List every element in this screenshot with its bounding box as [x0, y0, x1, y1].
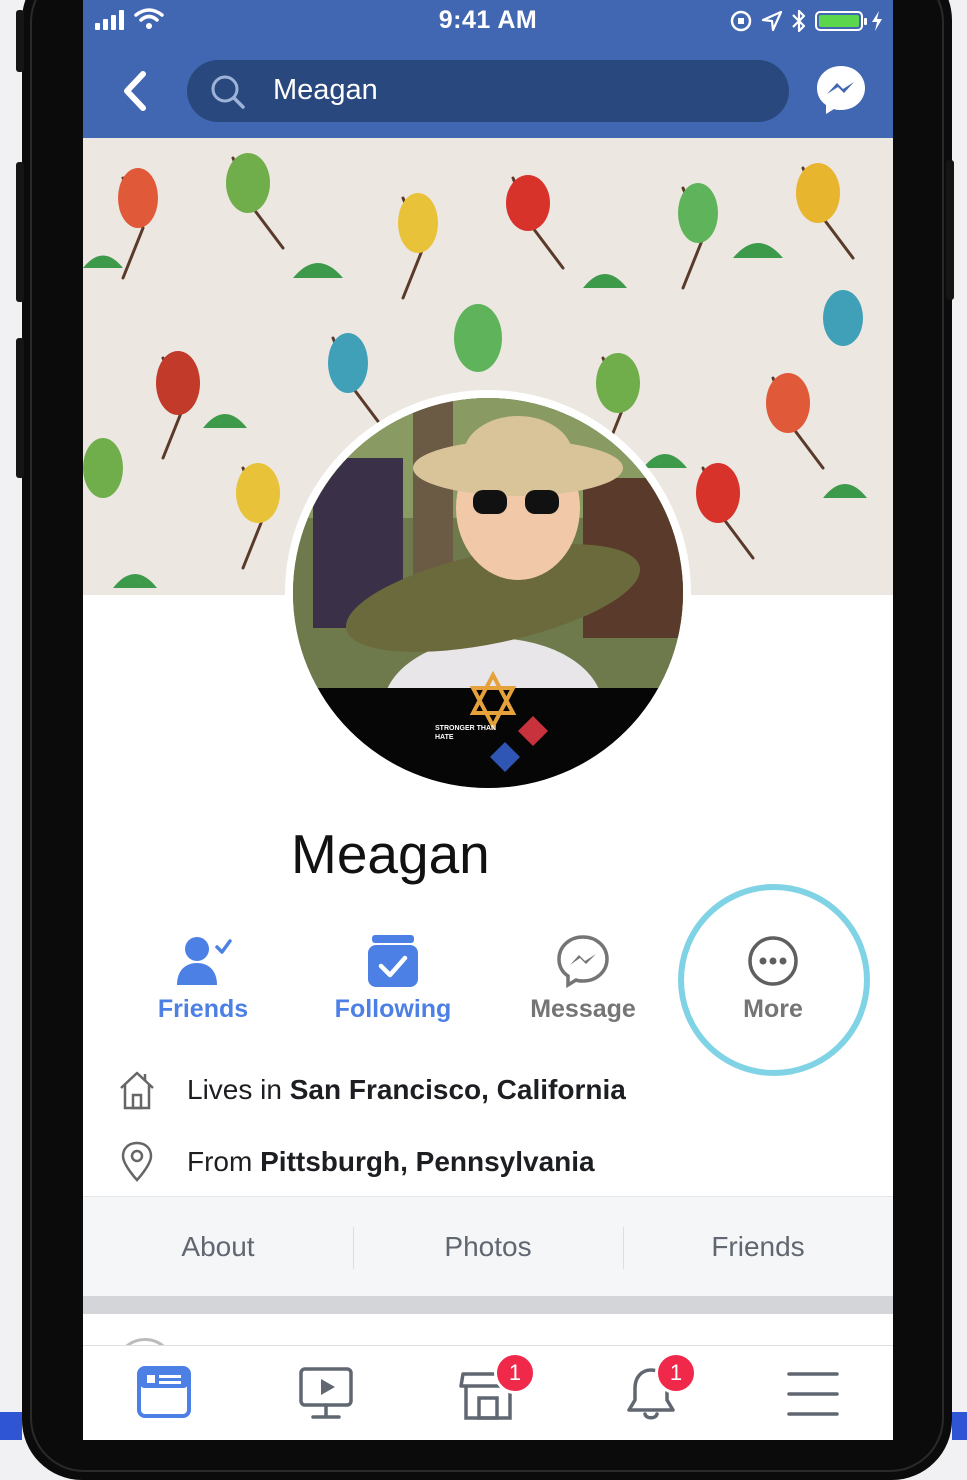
- messenger-button[interactable]: [813, 62, 869, 118]
- message-label: Message: [530, 995, 636, 1023]
- volume-down-button: [16, 338, 24, 478]
- profile-picture[interactable]: STRONGER THAN HATE: [285, 390, 691, 796]
- frame-badge-text: STRONGER THAN HATE: [435, 725, 497, 741]
- bottom-nav: 1 1: [83, 1345, 893, 1440]
- home-icon: [120, 1071, 154, 1110]
- section-separator: [83, 1296, 893, 1314]
- message-button[interactable]: Message: [488, 925, 678, 1035]
- tab-photos[interactable]: Photos: [353, 1197, 623, 1297]
- tab-about[interactable]: About: [83, 1197, 353, 1297]
- bottom-strip-right: [952, 1412, 967, 1440]
- news-feed-icon: [137, 1366, 191, 1418]
- lives-in-place[interactable]: San Francisco, California: [290, 1074, 626, 1105]
- menu-icon: [787, 1372, 839, 1416]
- chevron-left-icon: [124, 71, 146, 111]
- bottom-strip-left: [0, 1412, 22, 1440]
- from-prefix: From: [187, 1146, 261, 1177]
- messenger-icon: [817, 66, 865, 114]
- status-right: [729, 8, 883, 34]
- volume-up-button: [16, 162, 24, 302]
- nav-marketplace[interactable]: 1: [449, 1352, 536, 1424]
- info-lives-in[interactable]: Lives in San Francisco, California: [83, 1068, 893, 1118]
- info-from[interactable]: From Pittsburgh, Pennsylvania: [83, 1140, 893, 1190]
- bluetooth-icon: [792, 9, 806, 33]
- back-button[interactable]: [113, 62, 157, 120]
- from-text: From Pittsburgh, Pennsylvania: [187, 1146, 595, 1178]
- phone-screen: 9:41 AM Meagan STRONGER THAN HATE Meagan…: [83, 0, 893, 1440]
- nav-news-feed[interactable]: [125, 1364, 205, 1424]
- marketplace-badge: 1: [494, 1352, 536, 1394]
- nav-notifications[interactable]: 1: [611, 1352, 697, 1424]
- following-check-icon: [368, 935, 418, 987]
- search-query: Meagan: [273, 74, 378, 106]
- location-icon: [761, 10, 783, 32]
- lives-in-prefix: Lives in: [187, 1074, 290, 1105]
- lives-in-text: Lives in San Francisco, California: [187, 1074, 626, 1106]
- profile-tabs: About Photos Friends: [83, 1196, 893, 1297]
- from-place[interactable]: Pittsburgh, Pennsylvania: [260, 1146, 595, 1177]
- power-button: [946, 160, 954, 300]
- following-label: Following: [334, 995, 452, 1023]
- friends-label: Friends: [157, 995, 249, 1023]
- search-field[interactable]: Meagan: [187, 60, 789, 122]
- status-bar: 9:41 AM: [83, 0, 893, 44]
- watch-icon: [299, 1367, 353, 1419]
- top-bar: 9:41 AM Meagan: [83, 0, 893, 138]
- notifications-badge: 1: [655, 1352, 697, 1394]
- location-pin-icon: [121, 1141, 153, 1182]
- more-highlight-ring: [678, 884, 870, 1076]
- mute-switch: [16, 10, 24, 72]
- following-button[interactable]: Following: [298, 925, 488, 1035]
- nav-watch[interactable]: [287, 1364, 367, 1424]
- tab-friends[interactable]: Friends: [623, 1197, 893, 1297]
- battery-icon: [815, 11, 867, 31]
- nav-menu[interactable]: [773, 1364, 853, 1424]
- messenger-icon: [557, 935, 609, 989]
- profile-photo: STRONGER THAN HATE: [293, 398, 683, 788]
- friends-button[interactable]: Friends: [108, 925, 298, 1035]
- profile-name: Meagan: [291, 823, 490, 885]
- friends-check-icon: [177, 937, 232, 985]
- orientation-lock-icon: [730, 10, 752, 32]
- search-icon: [211, 75, 245, 109]
- charging-bolt-icon: [872, 11, 882, 31]
